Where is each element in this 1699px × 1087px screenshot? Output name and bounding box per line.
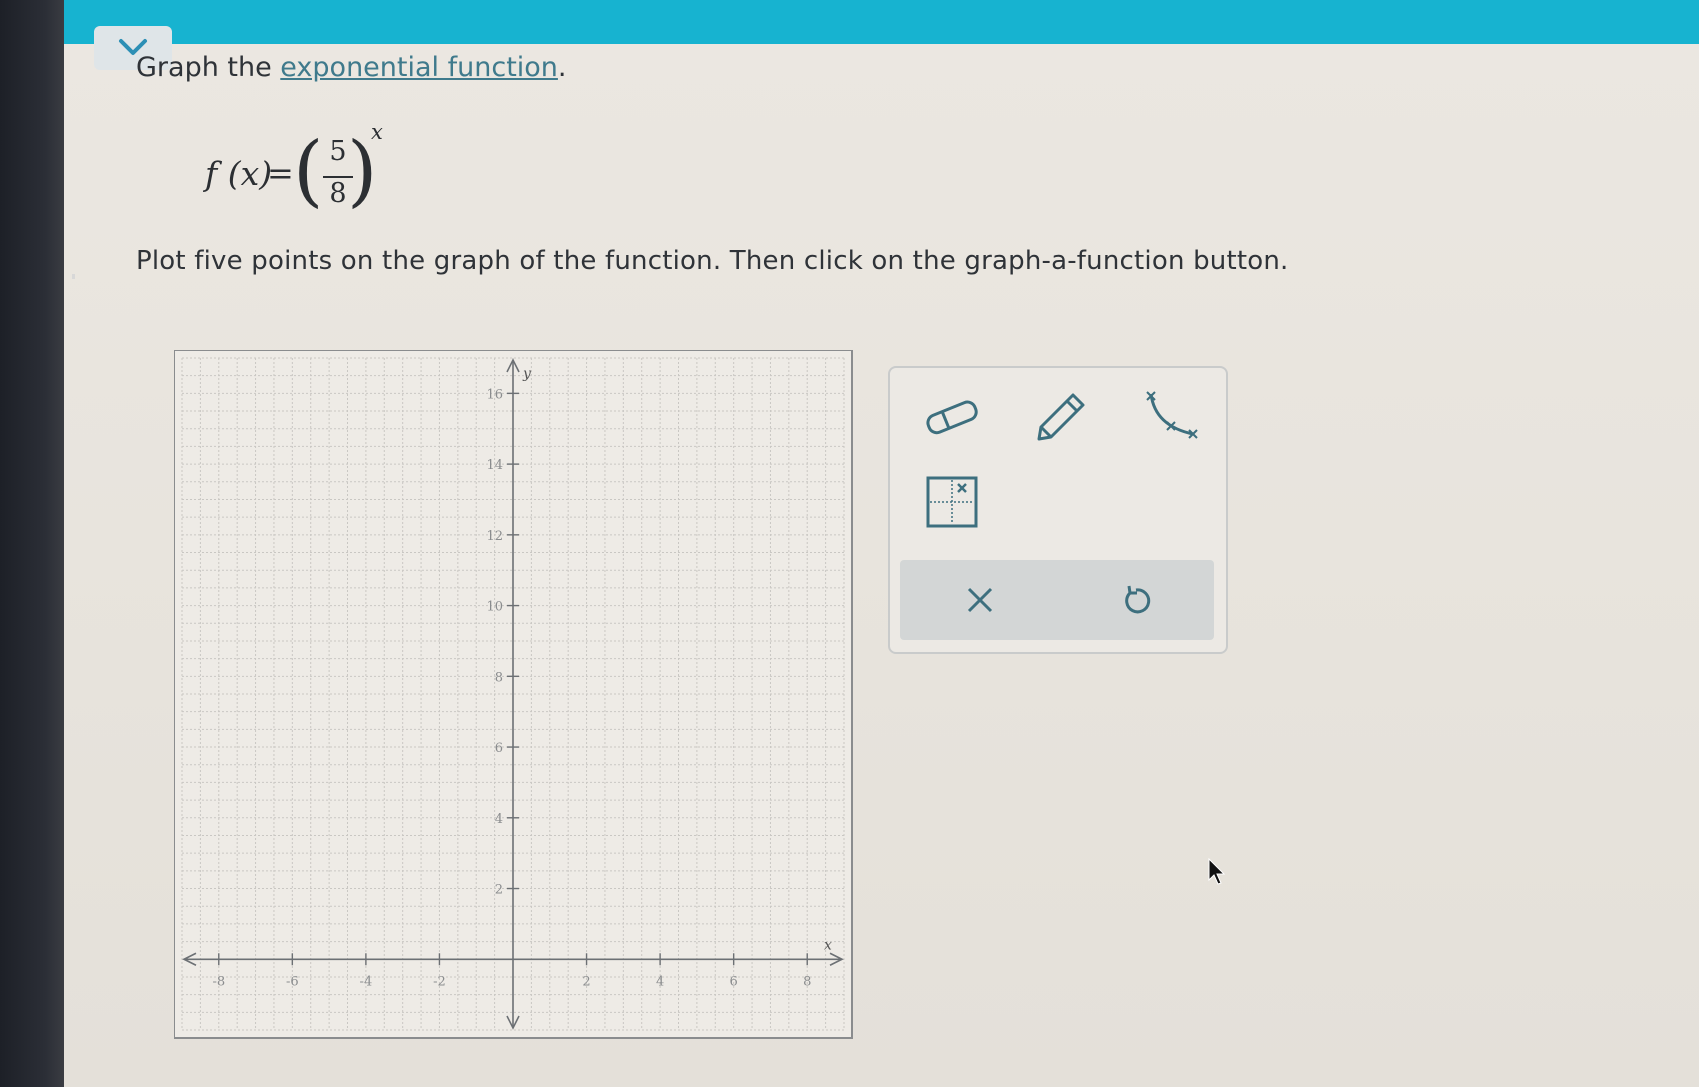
pencil-icon xyxy=(1037,393,1085,441)
y-tick-label: 8 xyxy=(495,670,503,685)
eraser-icon xyxy=(926,400,978,435)
function-name: f (x) xyxy=(205,154,273,193)
x-tick-label: -2 xyxy=(433,974,446,989)
y-tick-label: 16 xyxy=(486,387,503,402)
exponential-function-link[interactable]: exponential function xyxy=(280,52,558,83)
undo-icon xyxy=(1125,585,1151,614)
graph-toolbox xyxy=(888,366,1228,654)
y-tick-label: 12 xyxy=(486,529,503,544)
x-tick-label: -8 xyxy=(212,974,225,989)
question-heading: Graph the exponential function. xyxy=(136,52,567,83)
y-tick-label: 14 xyxy=(486,458,503,473)
close-icon xyxy=(967,587,993,613)
left-paren: ( xyxy=(293,126,324,216)
coordinate-graph[interactable]: x y -8 -6 -4 -2 2 4 6 8 2 4 6 8 10 12 14 16 xyxy=(174,350,854,1040)
y-tick-label: 2 xyxy=(495,883,503,898)
x-tick-label: -6 xyxy=(286,974,299,989)
y-tick-label: 10 xyxy=(486,600,503,615)
exponent: x xyxy=(371,120,383,144)
graph-a-function-button[interactable] xyxy=(1140,386,1202,448)
equals-sign: = xyxy=(267,154,294,192)
y-tick-label: 6 xyxy=(495,741,503,756)
eraser-tool-button[interactable] xyxy=(922,386,984,448)
toolbox-actions xyxy=(900,560,1214,640)
x-tick-label: 2 xyxy=(582,974,590,989)
exponential-curve-icon xyxy=(1146,391,1198,439)
pencil-tool-button[interactable] xyxy=(1030,386,1092,448)
point-plot-tool-button[interactable] xyxy=(922,472,984,534)
bullet-mark xyxy=(72,274,75,279)
y-tick-label: 4 xyxy=(495,812,503,827)
clear-button[interactable] xyxy=(952,572,1008,628)
x-tick-label: -4 xyxy=(360,974,373,989)
header-bar xyxy=(64,0,1699,46)
heading-suffix: . xyxy=(557,52,567,83)
point-grid-icon xyxy=(926,476,978,528)
x-tick-label: 8 xyxy=(803,974,811,989)
y-axis-label: y xyxy=(522,366,532,382)
instruction-text: Plot five points on the graph of the fun… xyxy=(136,246,1289,276)
screen-bezel xyxy=(0,0,64,1087)
mouse-cursor-icon xyxy=(1208,858,1226,885)
undo-button[interactable] xyxy=(1108,572,1164,628)
x-tick-label: 6 xyxy=(730,974,738,989)
heading-prefix: Graph the xyxy=(136,52,281,83)
x-axis-label: x xyxy=(824,937,832,953)
x-tick-label: 4 xyxy=(656,974,664,989)
